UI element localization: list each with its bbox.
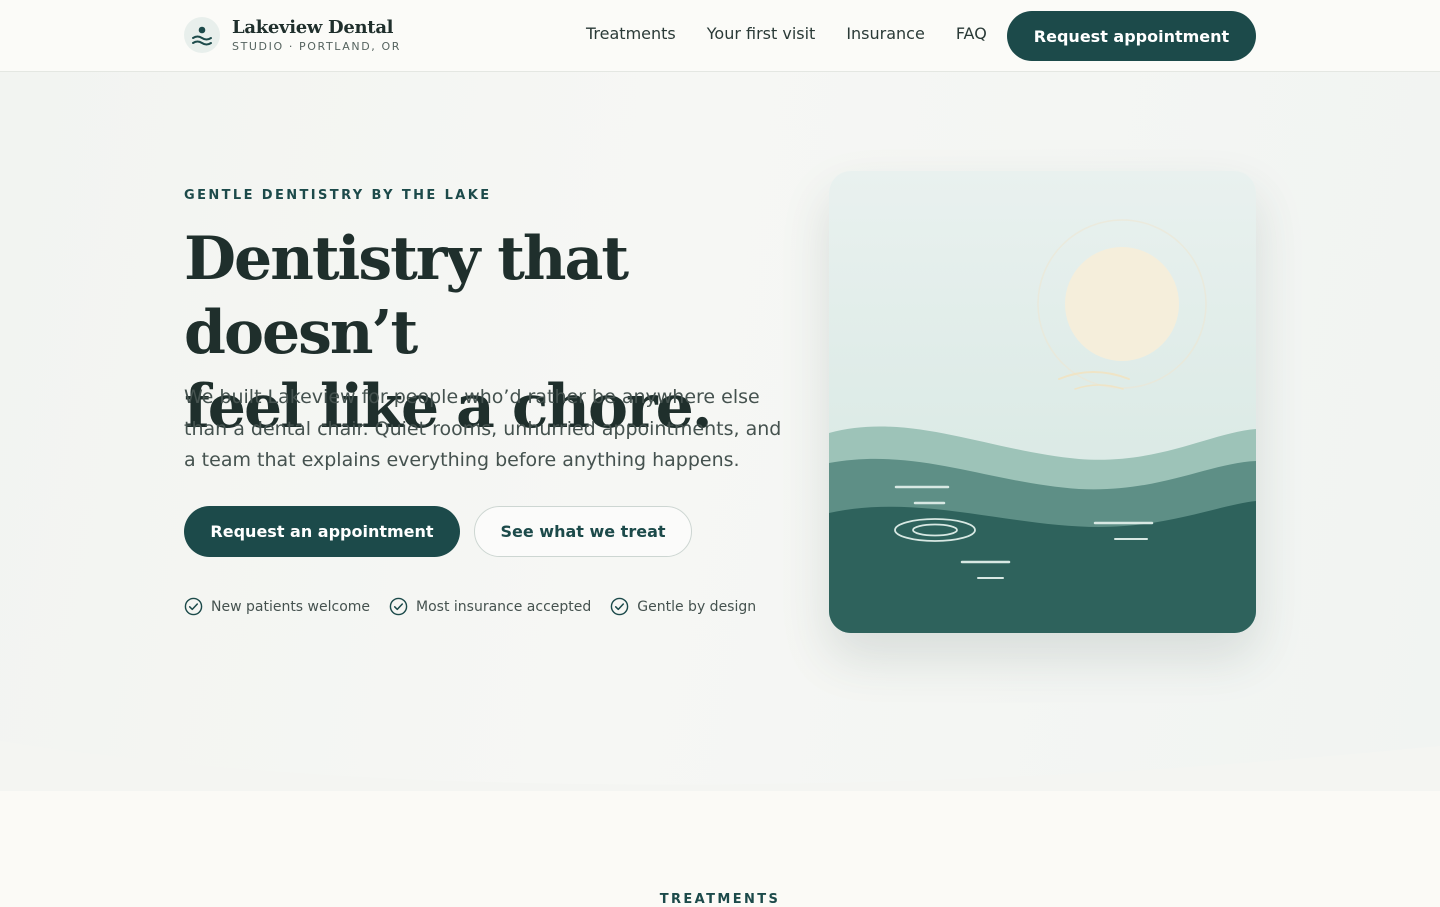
person-over-waves-icon (184, 17, 220, 53)
benefit-label: Gentle by design (637, 598, 757, 615)
hero-benefits: New patients welcome Most insurance acce… (184, 597, 775, 616)
request-an-appointment-button[interactable]: Request an appointment (184, 506, 460, 557)
hero-section: GENTLE DENTISTRY BY THE LAKE Dentistry t… (0, 72, 1440, 791)
benefit-item: Gentle by design (610, 597, 756, 616)
hero-description: We built Lakeview for people who’d rathe… (184, 386, 782, 471)
check-circle-icon (389, 597, 408, 616)
request-appointment-button[interactable]: Request appointment (1007, 11, 1256, 61)
main-nav: Treatments Your first visit Insurance FA… (586, 24, 987, 44)
benefit-item: New patients welcome (184, 597, 370, 616)
brand[interactable]: Lakeview Dental STUDIO · PORTLAND, OR (184, 17, 401, 53)
brand-location: STUDIO · PORTLAND, OR (232, 39, 401, 53)
benefit-label: New patients welcome (211, 598, 371, 615)
nav-link-insurance[interactable]: Insurance (846, 24, 925, 44)
lake-scene (829, 171, 1256, 633)
brand-name: Lakeview Dental (232, 16, 394, 38)
hero-bottom-wave (0, 741, 1440, 791)
see-what-we-treat-button[interactable]: See what we treat (474, 506, 692, 557)
nav-link-treatments[interactable]: Treatments (586, 24, 676, 44)
nav-link-first-visit[interactable]: Your first visit (707, 24, 816, 44)
hero-headline-line-1: Dentistry that doesn’t (184, 224, 629, 368)
lake-illustration (829, 171, 1256, 633)
check-circle-icon (184, 597, 203, 616)
check-circle-icon (610, 597, 629, 616)
benefit-label: Most insurance accepted (416, 598, 592, 615)
brand-text: Lakeview Dental STUDIO · PORTLAND, OR (232, 16, 401, 53)
nav-link-faq[interactable]: FAQ (956, 24, 987, 44)
benefit-item: Most insurance accepted (389, 597, 591, 616)
sun-icon (1065, 247, 1179, 361)
site-header: Lakeview Dental STUDIO · PORTLAND, OR Tr… (0, 0, 1440, 72)
hero-eyebrow: GENTLE DENTISTRY BY THE LAKE (184, 188, 492, 203)
